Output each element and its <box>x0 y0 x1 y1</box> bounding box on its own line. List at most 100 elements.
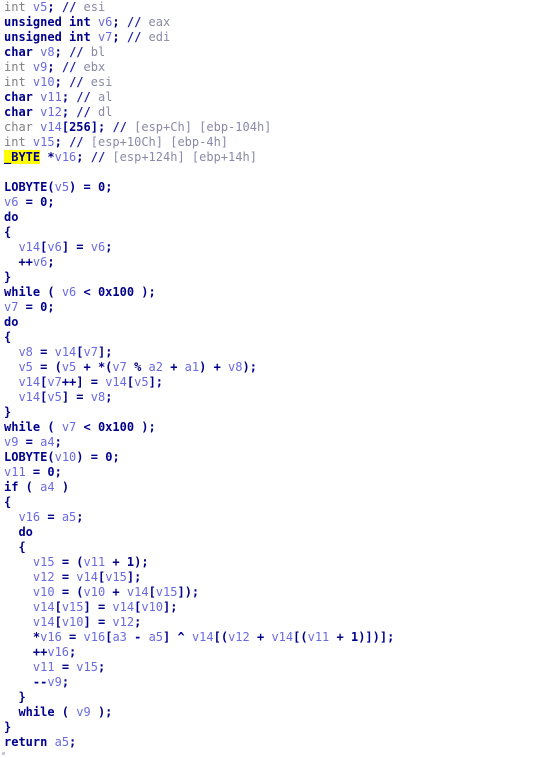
code-token-var[interactable]: v6 <box>33 255 47 269</box>
code-token-var[interactable]: v10 <box>55 450 77 464</box>
code-token-var[interactable]: v16 <box>18 510 40 524</box>
code-token-var[interactable]: v8 <box>91 390 105 404</box>
code-line[interactable]: v14[v15] = v14[v10]; <box>0 600 541 615</box>
code-line[interactable]: int v9; // ebx <box>0 60 541 75</box>
code-token-var[interactable]: a2 <box>149 360 163 374</box>
code-token-var[interactable]: v15 <box>33 555 55 569</box>
code-token-var[interactable]: v14 <box>18 375 40 389</box>
code-token-var[interactable]: v14 <box>55 345 77 359</box>
code-token-var[interactable]: v16 <box>47 645 69 659</box>
code-token-var[interactable]: a4 <box>40 435 54 449</box>
code-line[interactable]: int v10; // esi <box>0 75 541 90</box>
code-token-var[interactable]: v15 <box>33 135 55 149</box>
code-token-var[interactable]: v5 <box>47 390 61 404</box>
code-line[interactable]: char v12; // dl <box>0 105 541 120</box>
code-token-highlight[interactable]: _BYTE <box>4 150 41 164</box>
code-line[interactable]: v15 = (v11 + 1); <box>0 555 541 570</box>
code-line[interactable]: do <box>0 525 541 540</box>
code-line[interactable]: v14[v7++] = v14[v5]; <box>0 375 541 390</box>
code-line[interactable]: v10 = (v10 + v14[v15]); <box>0 585 541 600</box>
code-token-var[interactable]: v15 <box>62 600 84 614</box>
code-line[interactable]: v12 = v14[v15]; <box>0 570 541 585</box>
code-token-var[interactable]: v7 <box>84 345 98 359</box>
code-line[interactable]: do <box>0 210 541 225</box>
code-token-var[interactable]: v6 <box>98 15 112 29</box>
code-line[interactable]: } <box>0 270 541 285</box>
code-token-var[interactable]: v10 <box>62 615 84 629</box>
code-token-var[interactable]: v15 <box>76 660 98 674</box>
code-token-var[interactable]: v5 <box>33 0 47 14</box>
code-token-var[interactable]: v14 <box>33 615 55 629</box>
code-token-var[interactable]: v9 <box>76 705 90 719</box>
code-token-var[interactable]: v7 <box>4 300 18 314</box>
code-token-var[interactable]: v10 <box>33 585 55 599</box>
code-line[interactable]: v14[v5] = v8; <box>0 390 541 405</box>
code-token-var[interactable]: v14 <box>33 600 55 614</box>
code-line[interactable] <box>0 165 541 180</box>
code-token-func[interactable]: LOBYTE <box>4 180 47 194</box>
code-token-var[interactable]: a5 <box>55 735 69 749</box>
code-line[interactable]: while ( v6 < 0x100 ); <box>0 285 541 300</box>
code-token-var[interactable]: v16 <box>55 150 77 164</box>
code-line[interactable]: v7 = 0; <box>0 300 541 315</box>
code-line[interactable]: if ( a4 ) <box>0 480 541 495</box>
code-token-var[interactable]: v11 <box>308 630 330 644</box>
code-line[interactable]: char v8; // bl <box>0 45 541 60</box>
code-token-func[interactable]: LOBYTE <box>4 450 47 464</box>
code-line[interactable]: v11 = v15; <box>0 660 541 675</box>
code-line[interactable]: } <box>0 720 541 735</box>
code-line[interactable]: *v16 = v16[a3 - a5] ^ v14[(v12 + v14[(v1… <box>0 630 541 645</box>
code-line[interactable]: int v5; // esi <box>0 0 541 15</box>
code-line[interactable]: return a5; <box>0 735 541 750</box>
code-token-var[interactable]: v12 <box>112 615 134 629</box>
code-token-var[interactable]: v7 <box>47 375 61 389</box>
code-line[interactable]: --v9; <box>0 675 541 690</box>
code-token-var[interactable]: v14 <box>105 375 127 389</box>
code-token-var[interactable]: v14 <box>76 570 98 584</box>
code-line[interactable]: ++v16; <box>0 645 541 660</box>
code-token-var[interactable]: v8 <box>40 45 54 59</box>
code-token-var[interactable]: a5 <box>62 510 76 524</box>
pseudocode-view[interactable]: int v5; // esi unsigned int v6; // eax uns… <box>0 0 541 758</box>
code-line[interactable]: v9 = a4; <box>0 435 541 450</box>
code-token-var[interactable]: v16 <box>40 630 62 644</box>
code-token-var[interactable]: v14 <box>192 630 214 644</box>
code-token-var[interactable]: a1 <box>185 360 199 374</box>
code-token-var[interactable]: a4 <box>40 480 54 494</box>
code-line[interactable]: unsigned int v6; // eax <box>0 15 541 30</box>
code-token-var[interactable]: v5 <box>62 360 76 374</box>
code-line[interactable]: v11 = 0; <box>0 465 541 480</box>
code-line[interactable]: v5 = (v5 + *(v7 % a2 + a1) + v8); <box>0 360 541 375</box>
code-line[interactable]: v14[v10] = v12; <box>0 615 541 630</box>
code-token-var[interactable]: v14 <box>127 585 149 599</box>
code-line[interactable]: while ( v9 ); <box>0 705 541 720</box>
code-line[interactable]: unsigned int v7; // edi <box>0 30 541 45</box>
code-token-var[interactable]: v11 <box>33 660 55 674</box>
code-line[interactable]: { <box>0 540 541 555</box>
code-token-var[interactable]: v15 <box>156 585 178 599</box>
code-token-var[interactable]: v7 <box>62 420 76 434</box>
code-line[interactable]: v8 = v14[v7]; <box>0 345 541 360</box>
code-token-var[interactable]: v12 <box>228 630 250 644</box>
code-token-var[interactable]: v9 <box>4 435 18 449</box>
code-token-var[interactable]: v14 <box>271 630 293 644</box>
code-token-var[interactable]: v11 <box>84 555 106 569</box>
code-token-var[interactable]: v10 <box>141 600 163 614</box>
code-token-var[interactable]: v5 <box>18 360 32 374</box>
code-line[interactable]: { <box>0 225 541 240</box>
code-token-var[interactable]: v7 <box>112 360 126 374</box>
code-token-var[interactable]: a3 <box>112 630 126 644</box>
code-line[interactable]: char v11; // al <box>0 90 541 105</box>
code-line[interactable]: int v15; // [esp+10Ch] [ebp-4h] <box>0 135 541 150</box>
code-token-var[interactable]: a5 <box>149 630 163 644</box>
code-line[interactable]: { <box>0 495 541 510</box>
code-line[interactable]: } <box>0 405 541 420</box>
code-line[interactable]: v6 = 0; <box>0 195 541 210</box>
code-token-var[interactable]: v11 <box>40 90 62 104</box>
code-token-var[interactable]: v6 <box>62 285 76 299</box>
code-token-var[interactable]: v10 <box>84 585 106 599</box>
code-token-var[interactable]: v9 <box>47 675 61 689</box>
code-line[interactable]: while ( v7 < 0x100 ); <box>0 420 541 435</box>
code-line[interactable]: v16 = a5; <box>0 510 541 525</box>
code-body[interactable]: int v5; // esi unsigned int v6; // eax uns… <box>0 0 541 750</box>
